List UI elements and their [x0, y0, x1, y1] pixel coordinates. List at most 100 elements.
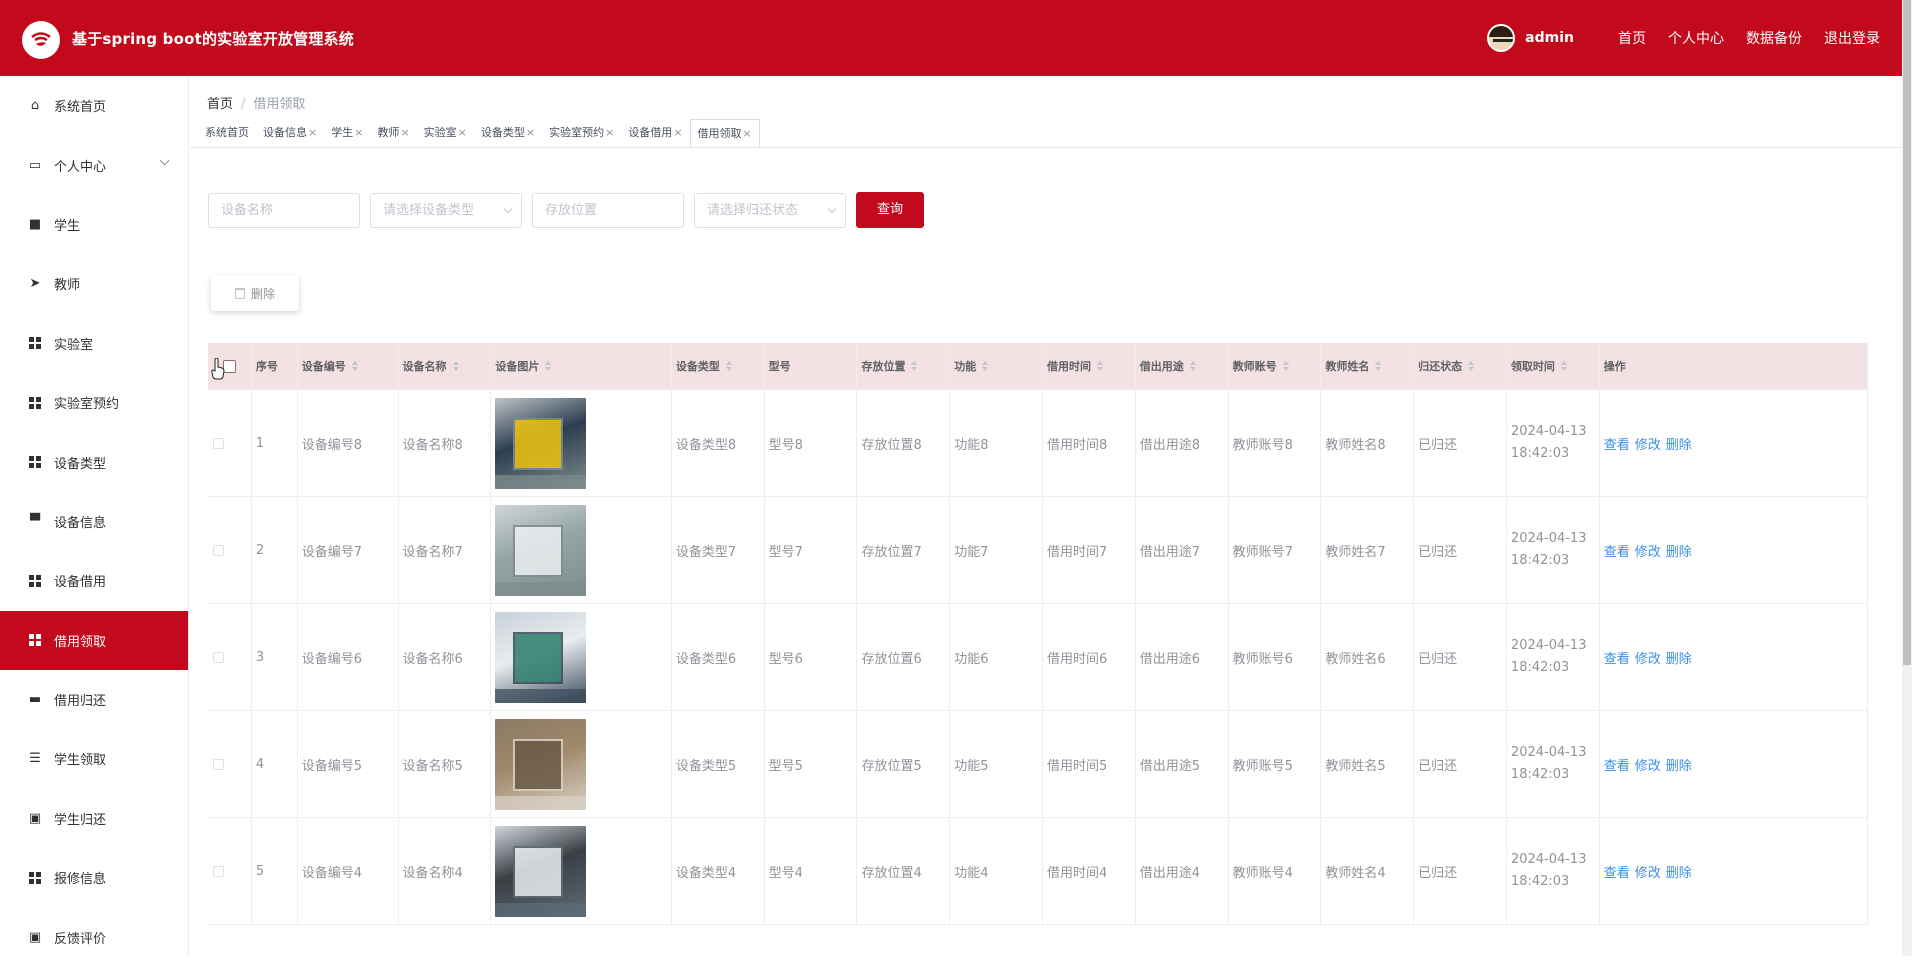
username[interactable]: admin [1525, 30, 1574, 46]
close-icon[interactable]: × [605, 126, 614, 139]
tab-1[interactable]: 设备信息× [256, 119, 324, 147]
sidebar-item-11[interactable]: ☰ 学生领取 [0, 729, 188, 788]
column-header[interactable]: 设备编号 [298, 343, 399, 389]
device-name-input[interactable]: 设备名称 [208, 192, 360, 228]
column-header[interactable]: 归还状态 [1414, 343, 1507, 389]
avatar[interactable] [1487, 24, 1516, 52]
column-header[interactable]: 设备名称 [399, 343, 492, 389]
header-link-home[interactable]: 首页 [1618, 28, 1646, 48]
device-type-select[interactable]: 请选择设备类型 [370, 192, 522, 228]
column-header[interactable]: 存放位置 [857, 343, 951, 389]
column-header[interactable]: 教师姓名 [1321, 343, 1415, 389]
clipboard-x-icon: ▣ [28, 810, 42, 826]
column-header[interactable]: 借用时间 [1043, 343, 1136, 389]
tab-0[interactable]: 系统首页 [198, 119, 256, 147]
tab-4[interactable]: 实验室× [417, 119, 474, 147]
delete-link[interactable]: 删除 [1666, 541, 1692, 560]
close-icon[interactable]: × [673, 126, 682, 139]
delete-link[interactable]: 删除 [1666, 648, 1692, 667]
sidebar-item-0[interactable]: ⌂ 系统首页 [0, 76, 188, 135]
sort-icon[interactable] [1097, 361, 1104, 371]
tab-7[interactable]: 设备借用× [621, 119, 689, 147]
edit-link[interactable]: 修改 [1635, 862, 1661, 881]
sidebar-item-9[interactable]: 借用领取 [0, 610, 188, 670]
sidebar-item-10[interactable]: ▬ 借用归还 [0, 670, 188, 729]
return-status-select[interactable]: 请选择归还状态 [694, 192, 846, 228]
edit-link[interactable]: 修改 [1635, 755, 1661, 774]
device-image[interactable] [495, 825, 587, 917]
row-checkbox[interactable] [213, 437, 224, 449]
column-header[interactable]: 领取时间 [1507, 343, 1600, 389]
sort-icon[interactable] [911, 361, 918, 371]
column-header[interactable]: 教师账号 [1229, 343, 1322, 389]
sort-icon[interactable] [545, 361, 552, 371]
device-image[interactable] [495, 504, 587, 596]
sidebar-item-2[interactable]: ■ 学生 [0, 195, 188, 254]
row-checkbox[interactable] [213, 544, 224, 556]
vertical-scrollbar[interactable] [1902, 0, 1912, 956]
sort-icon[interactable] [725, 361, 732, 371]
column-header[interactable]: 设备图片 [491, 343, 672, 389]
tab-2[interactable]: 学生× [324, 119, 370, 147]
cell-receive-time: 2024-04-13 18:42:03 [1510, 745, 1587, 782]
sort-icon[interactable] [452, 361, 459, 371]
column-header[interactable]: 功能 [950, 343, 1044, 389]
close-icon[interactable]: × [458, 126, 467, 139]
header-link-profile[interactable]: 个人中心 [1668, 28, 1724, 48]
tab-8[interactable]: 借用领取× [689, 119, 760, 147]
sidebar-item-4[interactable]: 实验室 [0, 314, 188, 373]
row-checkbox[interactable] [213, 758, 224, 770]
close-icon[interactable]: × [308, 126, 317, 139]
header-link-logout[interactable]: 退出登录 [1824, 28, 1880, 48]
edit-link[interactable]: 修改 [1635, 541, 1661, 560]
view-link[interactable]: 查看 [1604, 755, 1630, 774]
column-header[interactable]: 借出用途 [1136, 343, 1229, 389]
sidebar-item-5[interactable]: 实验室预约 [0, 373, 188, 432]
sidebar-item-8[interactable]: 设备借用 [0, 551, 188, 610]
close-icon[interactable]: × [400, 126, 409, 139]
sidebar-item-14[interactable]: ▣ 反馈评价 [0, 907, 188, 966]
close-icon[interactable]: × [743, 127, 752, 140]
header-link-backup[interactable]: 数据备份 [1746, 28, 1802, 48]
row-checkbox[interactable] [213, 865, 224, 877]
sort-icon[interactable] [351, 361, 358, 371]
sort-icon[interactable] [1375, 361, 1382, 371]
sidebar-item-7[interactable]: ▀ 设备信息 [0, 492, 188, 551]
tab-3[interactable]: 教师× [370, 119, 416, 147]
cell-loc: 存放位置6 [861, 651, 922, 667]
view-link[interactable]: 查看 [1604, 541, 1630, 560]
query-button[interactable]: 查询 [856, 192, 924, 228]
delete-link[interactable]: 删除 [1666, 755, 1692, 774]
sidebar-item-6[interactable]: 设备类型 [0, 432, 188, 491]
sidebar-item-1[interactable]: ▭ 个人中心 [0, 135, 188, 194]
sort-icon[interactable] [1189, 361, 1196, 371]
cell-func: 功能7 [954, 544, 989, 560]
column-header[interactable]: 设备类型 [672, 343, 765, 389]
sidebar-item-12[interactable]: ▣ 学生归还 [0, 789, 188, 848]
sidebar-item-13[interactable]: 报修信息 [0, 848, 188, 907]
close-icon[interactable]: × [526, 126, 535, 139]
sort-icon[interactable] [982, 361, 989, 371]
breadcrumb-home[interactable]: 首页 [207, 97, 233, 112]
sidebar-item-3[interactable]: ➤ 教师 [0, 254, 188, 313]
edit-link[interactable]: 修改 [1635, 434, 1661, 453]
device-image[interactable] [495, 718, 587, 810]
row-checkbox[interactable] [213, 651, 224, 663]
close-icon[interactable]: × [354, 126, 363, 139]
delete-link[interactable]: 删除 [1666, 434, 1692, 453]
location-input[interactable]: 存放位置 [532, 192, 684, 228]
sort-icon[interactable] [1282, 361, 1289, 371]
tab-5[interactable]: 设备类型× [474, 119, 542, 147]
sort-icon[interactable] [1560, 361, 1567, 371]
device-image[interactable] [495, 611, 587, 703]
delete-link[interactable]: 删除 [1666, 862, 1692, 881]
scrollbar-thumb[interactable] [1903, 0, 1911, 665]
sort-icon[interactable] [1468, 361, 1475, 371]
device-image[interactable] [495, 397, 587, 489]
view-link[interactable]: 查看 [1604, 648, 1630, 667]
tab-6[interactable]: 实验室预约× [542, 119, 621, 147]
view-link[interactable]: 查看 [1604, 434, 1630, 453]
delete-button[interactable]: 删除 [211, 275, 299, 311]
view-link[interactable]: 查看 [1604, 862, 1630, 881]
edit-link[interactable]: 修改 [1635, 648, 1661, 667]
